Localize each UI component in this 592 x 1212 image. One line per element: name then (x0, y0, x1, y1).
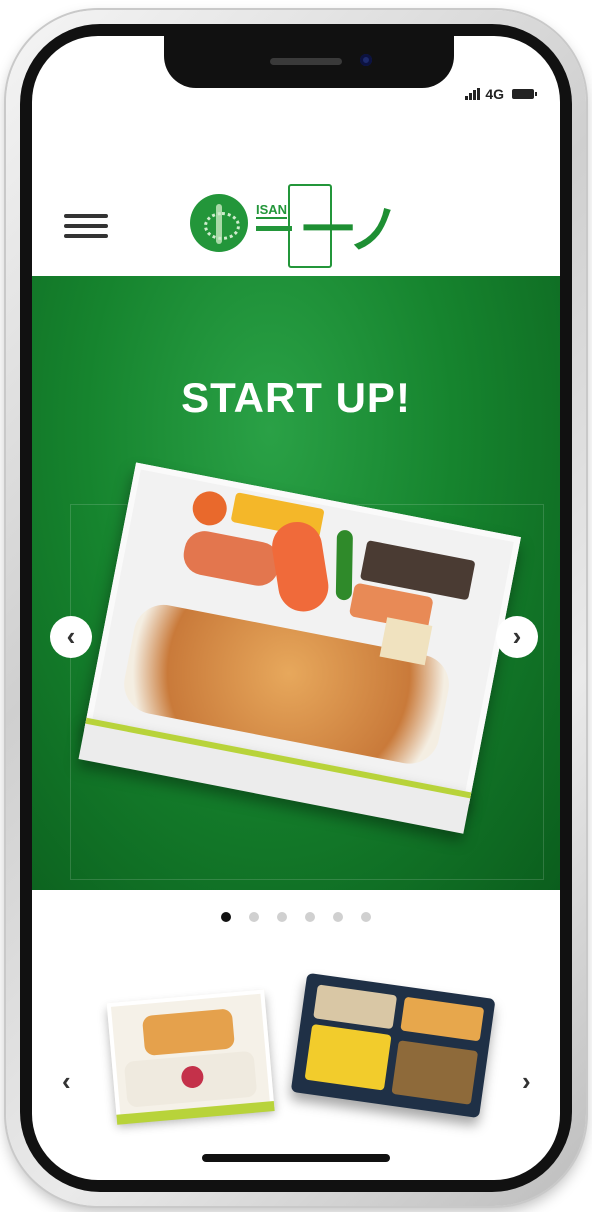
phone-frame: 4G ISAN 一ノ膳 START UP! (6, 10, 586, 1206)
logo-emblem-icon (190, 194, 248, 252)
thumb2-tempura (400, 996, 485, 1042)
phone-screen: 4G ISAN 一ノ膳 START UP! (32, 36, 560, 1180)
green-vegetable (335, 529, 353, 601)
thumb1-fried-food (141, 1008, 236, 1057)
logo-brand-small: ISAN (256, 202, 288, 219)
shrimp (268, 518, 332, 616)
thumb2-box (290, 972, 496, 1119)
thumb2-compartment-1 (313, 984, 398, 1030)
carrot (189, 488, 230, 529)
home-indicator[interactable] (202, 1154, 390, 1162)
thumb2-corn-rice (304, 1023, 392, 1091)
hero-title: START UP! (181, 374, 411, 421)
notch (164, 36, 454, 88)
thumb2-compartment-2 (391, 1040, 479, 1105)
tofu (379, 617, 433, 666)
strip-next-button[interactable]: › (522, 1066, 531, 1097)
bento-thumbnail-1[interactable] (106, 989, 278, 1132)
pagination-dot-2[interactable] (249, 912, 259, 922)
network-label: 4G (485, 86, 504, 102)
pagination-dot-6[interactable] (361, 912, 371, 922)
battery-icon (512, 89, 537, 99)
carousel-pagination (32, 912, 560, 922)
strip-prev-button[interactable]: ‹ (62, 1066, 71, 1097)
hero-carousel[interactable]: START UP! ‹ › (32, 276, 560, 890)
thumb1-box (106, 989, 275, 1121)
pagination-dot-4[interactable] (305, 912, 315, 922)
pagination-dot-1[interactable] (221, 912, 231, 922)
product-strip: ‹ › (32, 956, 560, 1146)
signal-icon (465, 88, 481, 100)
speaker-grille (270, 58, 342, 65)
front-camera (360, 54, 372, 66)
hero-prev-button[interactable]: ‹ (50, 616, 92, 658)
site-header: ISAN 一ノ膳 (32, 166, 560, 336)
logo-bar (256, 226, 292, 231)
pagination-dot-5[interactable] (333, 912, 343, 922)
pagination-dot-3[interactable] (277, 912, 287, 922)
brand-logo[interactable]: ISAN 一ノ膳 (190, 184, 430, 336)
grilled-fish (180, 527, 283, 590)
status-bar: 4G (465, 86, 537, 102)
bento-thumbnail-2[interactable] (287, 972, 506, 1149)
hamburger-menu-icon[interactable] (64, 214, 108, 240)
hero-next-button[interactable]: › (496, 616, 538, 658)
